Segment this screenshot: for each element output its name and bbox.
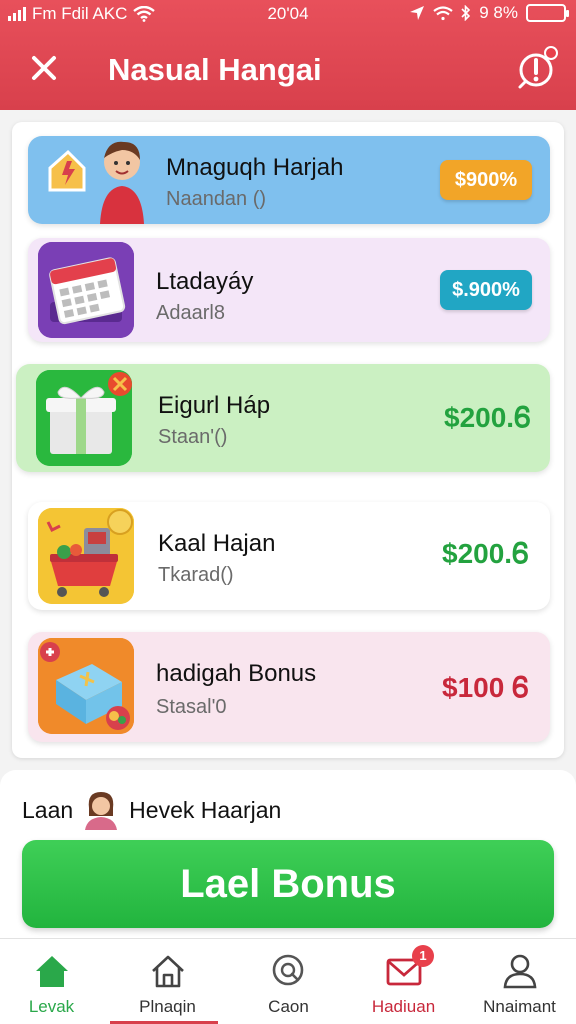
gift-box-icon xyxy=(36,370,132,466)
tab-bar: Levak Plnaqin Caon 1 Hadiuan Nnaimant xyxy=(0,938,576,1024)
card-subtitle: Staan'() xyxy=(158,426,228,448)
calendar-icon xyxy=(38,242,134,338)
value-pill: $900% xyxy=(440,160,532,200)
card-name: Ltadayáy xyxy=(156,268,254,295)
tab-label: Nnaimant xyxy=(483,997,556,1016)
card-subtitle: Adaarl8 xyxy=(156,302,225,324)
tab-plnaqin[interactable]: Plnaqin xyxy=(110,939,225,1024)
tab-hadiuan[interactable]: 1 Hadiuan xyxy=(346,939,461,1024)
lean-row: Laan Hevek Haarjan xyxy=(22,790,281,830)
card-name: Mnaguqh Harjah xyxy=(166,154,344,181)
notification-badge: 1 xyxy=(412,945,434,967)
card-name: Eigurl Háp xyxy=(158,392,271,419)
bonus-card-3[interactable]: Eigurl Háp Staan'() $200.Ꮾ xyxy=(16,364,550,472)
bluetooth-icon xyxy=(461,5,471,21)
value-pill: $.900% xyxy=(440,270,532,310)
bonus-list-panel: Mnaguqh Harjah Naandan () $900% Ltadayáy… xyxy=(12,122,564,758)
tab-nnaimant[interactable]: Nnaimant xyxy=(462,939,576,1024)
card-subtitle: Tkarad() xyxy=(158,564,234,586)
card-amount: $100 Ꮾ xyxy=(442,672,529,703)
home-outline-icon xyxy=(152,955,184,988)
tab-label: Hadiuan xyxy=(371,997,436,1016)
star-badge-icon xyxy=(38,128,158,224)
card-name: Kaal Hajan xyxy=(158,530,276,557)
top-bar: Fm Fdil AKC 20'04 9 8% Nasual Hangai xyxy=(0,0,576,110)
bonus-card-1[interactable]: Mnaguqh Harjah Naandan () $900% xyxy=(28,136,550,224)
alert-button[interactable] xyxy=(516,46,558,90)
status-right: 9 8% xyxy=(409,3,569,23)
tab-label: Levak xyxy=(28,997,75,1016)
page-title: Nasual Hangai xyxy=(108,52,322,87)
battery-text: 9 8% xyxy=(479,3,518,22)
lean-label: Laan xyxy=(22,796,74,823)
close-button[interactable] xyxy=(26,50,62,86)
home-filled-icon xyxy=(36,956,68,987)
wifi-alt-icon xyxy=(433,5,453,20)
bonus-card-5[interactable]: hadigah Bonus Stasal'0 $100 Ꮾ xyxy=(28,632,550,742)
battery-icon xyxy=(526,4,569,22)
status-bar: Fm Fdil AKC 20'04 9 8% xyxy=(0,0,576,30)
location-icon xyxy=(410,6,425,20)
tab-levak[interactable]: Levak xyxy=(0,939,109,1024)
close-icon xyxy=(32,56,56,80)
user-icon xyxy=(503,954,537,989)
claim-bonus-button[interactable]: Lael Bonus xyxy=(22,840,554,928)
lean-name: Hevek Haarjan xyxy=(129,796,282,823)
bonus-box-icon xyxy=(38,638,134,734)
bonus-card-4[interactable]: Kaal Hajan Tkarad() $200.Ꮾ xyxy=(28,502,550,610)
search-icon xyxy=(272,954,304,986)
shopping-cart-icon xyxy=(38,508,134,604)
tab-caon[interactable]: Caon xyxy=(231,939,346,1024)
tab-label: Plnaqin xyxy=(139,997,196,1016)
card-amount: $200.Ꮾ xyxy=(442,538,529,569)
card-subtitle: Naandan () xyxy=(166,188,267,210)
alert-dot xyxy=(544,46,558,60)
card-subtitle: Stasal'0 xyxy=(156,696,227,718)
bonus-card-2[interactable]: Ltadayáy Adaarl8 $.900% xyxy=(28,238,550,342)
card-name: hadigah Bonus xyxy=(156,660,317,687)
tab-label: Caon xyxy=(268,997,309,1016)
card-amount: $200.Ꮾ xyxy=(444,402,531,433)
bottom-section: Laan Hevek Haarjan Lael Bonus xyxy=(0,770,576,938)
avatar xyxy=(85,792,118,830)
